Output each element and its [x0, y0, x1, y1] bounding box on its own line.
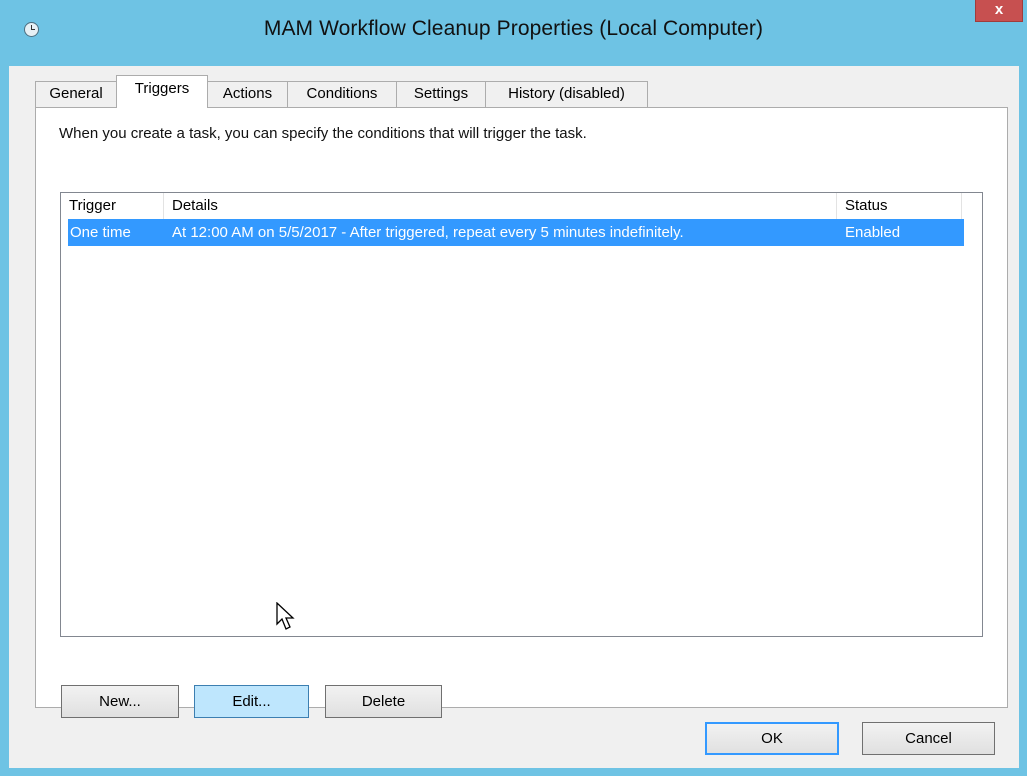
tab-history[interactable]: History (disabled) — [485, 81, 648, 107]
mouse-pointer-icon — [276, 602, 295, 630]
close-button[interactable]: x — [975, 0, 1023, 22]
column-header-details[interactable]: Details — [164, 193, 837, 219]
tab-triggers[interactable]: Triggers — [116, 75, 208, 108]
cancel-button[interactable]: Cancel — [862, 722, 995, 755]
column-header-status[interactable]: Status — [837, 193, 962, 219]
ok-button[interactable]: OK — [705, 722, 839, 755]
new-button[interactable]: New... — [61, 685, 179, 718]
column-header-trigger[interactable]: Trigger — [61, 193, 164, 219]
delete-button[interactable]: Delete — [325, 685, 442, 718]
status-cell: Enabled — [845, 224, 901, 241]
edit-button[interactable]: Edit... — [194, 685, 309, 718]
tab-settings[interactable]: Settings — [396, 81, 486, 107]
details-cell: At 12:00 AM on 5/5/2017 - After triggere… — [172, 224, 684, 241]
dialog-client-area: General Triggers Actions Conditions Sett… — [9, 66, 1019, 768]
table-row[interactable]: One time At 12:00 AM on 5/5/2017 - After… — [68, 219, 964, 246]
panel-description: When you create a task, you can specify … — [59, 125, 587, 142]
tab-conditions[interactable]: Conditions — [287, 81, 397, 107]
list-header: Trigger Details Status — [61, 193, 962, 219]
title-bar[interactable]: MAM Workflow Cleanup Properties (Local C… — [0, 0, 1027, 66]
properties-dialog: MAM Workflow Cleanup Properties (Local C… — [0, 0, 1027, 776]
triggers-list[interactable]: Trigger Details Status One time At 12:00… — [60, 192, 983, 637]
tab-actions[interactable]: Actions — [207, 81, 288, 107]
window-title: MAM Workflow Cleanup Properties (Local C… — [263, 17, 764, 40]
tab-general[interactable]: General — [35, 81, 117, 107]
trigger-cell: One time — [70, 224, 131, 241]
triggers-panel: When you create a task, you can specify … — [35, 107, 1008, 718]
